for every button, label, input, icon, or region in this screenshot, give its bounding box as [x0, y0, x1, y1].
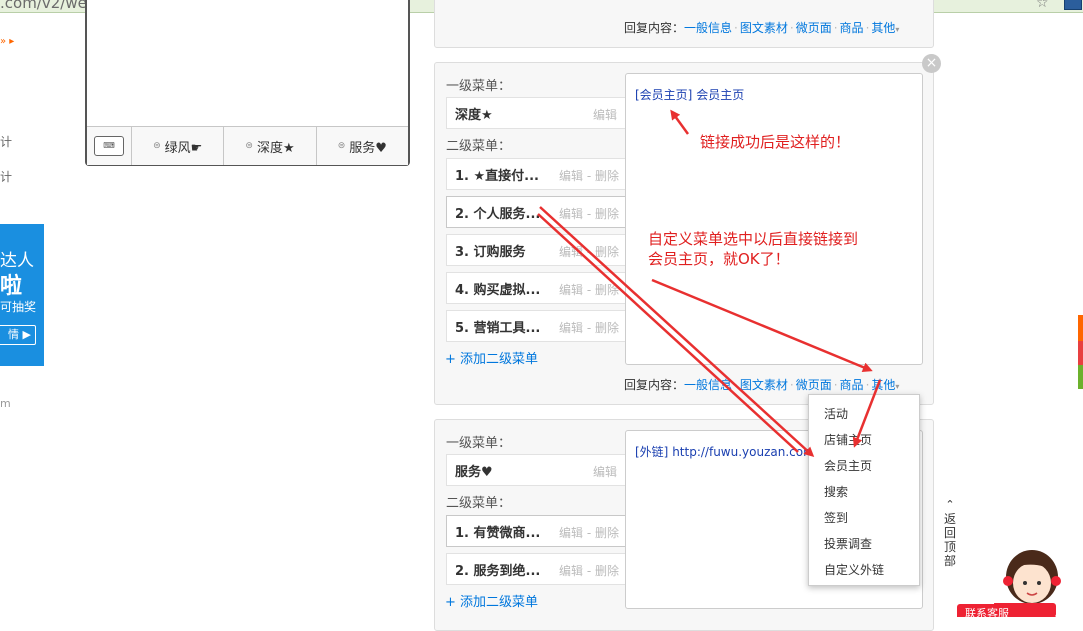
contact-support-button[interactable]: 联系客服: [957, 604, 1017, 617]
side-tab[interactable]: [1078, 365, 1083, 389]
chevron-up-icon: ⌃: [945, 498, 955, 511]
side-tab[interactable]: [1078, 341, 1083, 365]
side-tab[interactable]: [1078, 315, 1083, 341]
annotation-arrows: [537, 109, 882, 458]
back-to-top-button[interactable]: ⌃ 返回顶部: [942, 498, 958, 568]
